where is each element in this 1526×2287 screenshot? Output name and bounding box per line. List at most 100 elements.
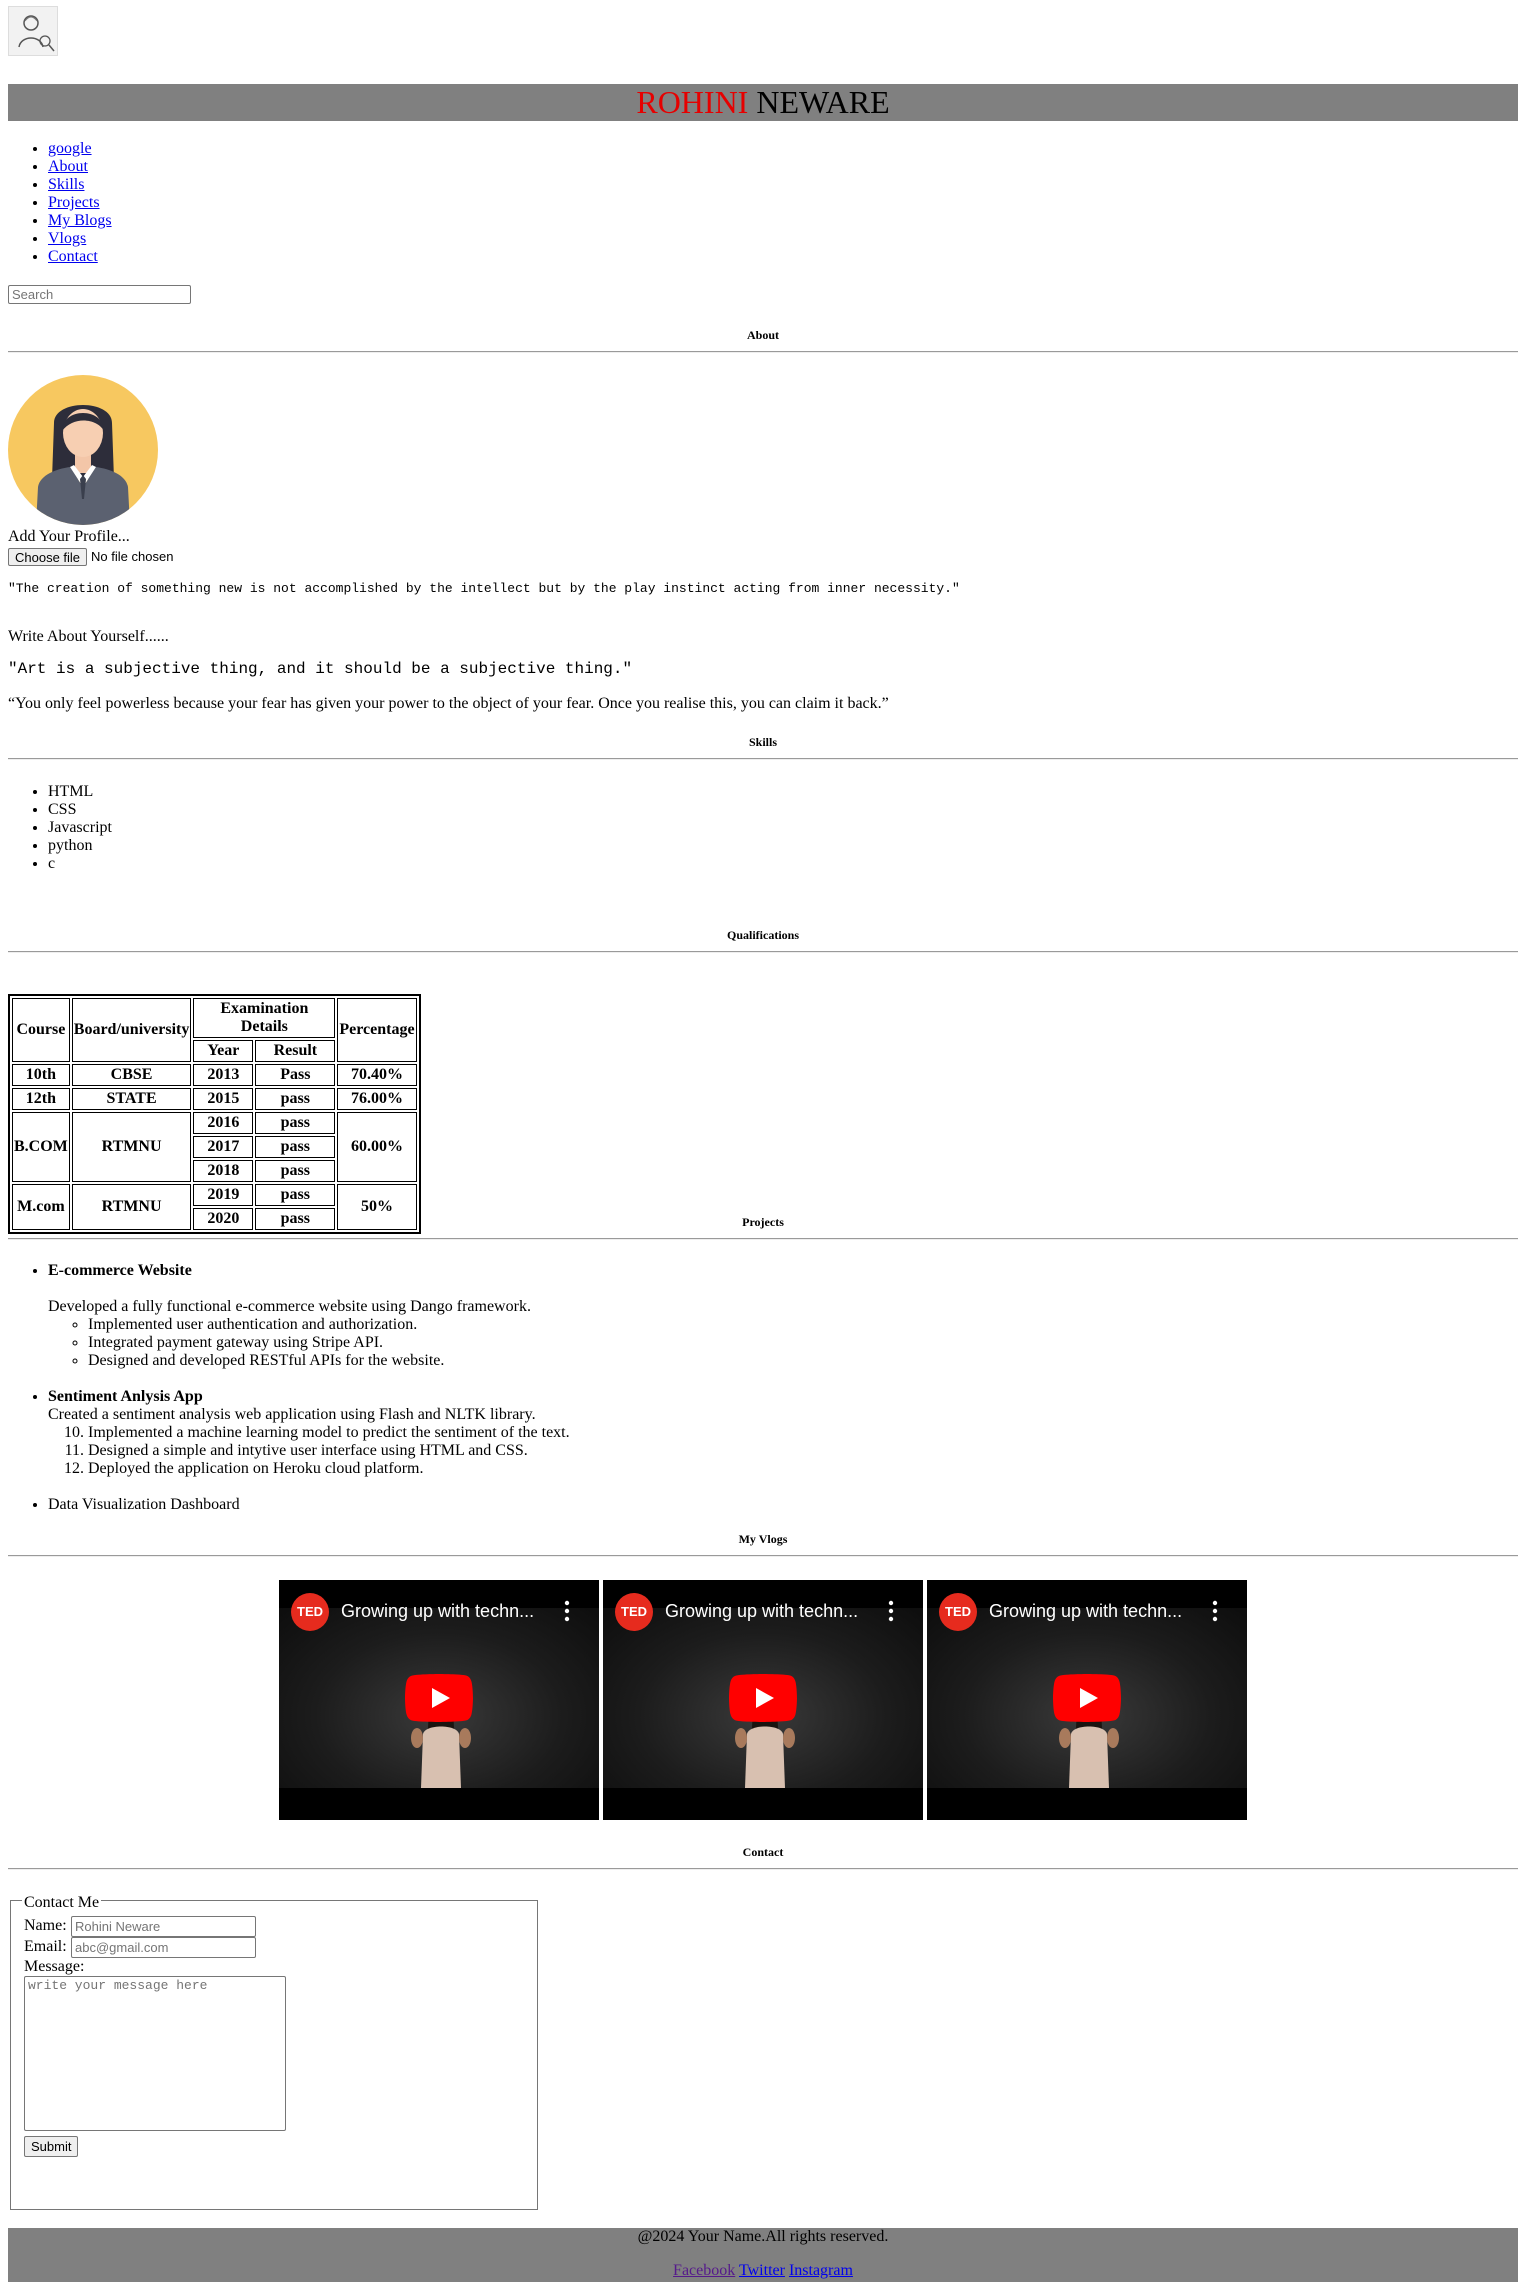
table-row: 12th STATE 2015 pass 76.00% xyxy=(12,1088,417,1110)
projects-divider xyxy=(8,1238,1518,1240)
email-input[interactable]: abc@gmail.com xyxy=(71,1937,256,1958)
cell-percentage: 70.40% xyxy=(337,1064,417,1086)
nav-link-skills[interactable]: Skills xyxy=(48,176,84,193)
project-description: Developed a fully functional e-commerce … xyxy=(48,1298,531,1315)
th-board: Board/university xyxy=(71,998,192,1062)
message-textarea[interactable]: write your message here xyxy=(24,1976,286,2131)
skill-item: CSS xyxy=(48,801,112,819)
footer: @2024 Your Name.All rights reserved. Fac… xyxy=(8,2228,1518,2282)
cell-percentage: 76.00% xyxy=(337,1088,417,1110)
choose-file-button[interactable]: Choose file xyxy=(8,548,88,566)
nav-link-projects[interactable]: Projects xyxy=(48,194,100,211)
video-title[interactable]: Growing up with techn... xyxy=(665,1601,865,1622)
name-label: Name: xyxy=(24,1917,67,1934)
skill-item: c xyxy=(48,855,112,873)
more-options-icon[interactable] xyxy=(881,1598,901,1624)
about-heading: About xyxy=(746,328,779,342)
skill-item: python xyxy=(48,837,112,855)
cell-result: pass xyxy=(255,1184,336,1206)
contact-legend: Contact Me xyxy=(22,1894,102,1913)
title-last-name: NEWARE xyxy=(756,84,890,120)
nav-link-google[interactable]: google xyxy=(48,140,92,157)
cell-result: pass xyxy=(255,1136,336,1158)
video-embed-3[interactable]: TED Growing up with techn... xyxy=(927,1580,1247,1820)
skill-item: Javascript xyxy=(48,819,112,837)
nav-link-vlogs[interactable]: Vlogs xyxy=(48,230,86,247)
twitter-link[interactable]: Twitter xyxy=(739,2262,785,2279)
social-links: Facebook Twitter Instagram xyxy=(8,2262,1518,2280)
nav-link-contact[interactable]: Contact xyxy=(48,248,98,265)
nav-item-blogs: My Blogs xyxy=(48,212,112,230)
th-exam-details: Examination Details xyxy=(193,998,336,1038)
more-options-icon[interactable] xyxy=(1205,1598,1225,1624)
table-row: 10th CBSE 2013 Pass 70.40% xyxy=(12,1064,417,1086)
project-points: Implemented user authentication and auth… xyxy=(48,1316,570,1370)
th-percentage: Percentage xyxy=(337,998,417,1062)
th-course: Course xyxy=(12,998,70,1062)
video-title[interactable]: Growing up with techn... xyxy=(989,1601,1189,1622)
qualifications-divider xyxy=(8,951,1518,953)
table-header-row: Course Board/university Examination Deta… xyxy=(12,998,417,1062)
ted-channel-icon[interactable]: TED xyxy=(615,1593,653,1631)
quote-creation: "The creation of something new is not ac… xyxy=(8,581,960,596)
nav-item-skills: Skills xyxy=(48,176,112,194)
facebook-link[interactable]: Facebook xyxy=(673,2262,735,2279)
search-input[interactable]: Search xyxy=(8,285,191,304)
play-button-icon[interactable] xyxy=(729,1674,797,1722)
project-item: E-commerce Website Developed a fully fun… xyxy=(48,1262,570,1370)
cell-board: STATE xyxy=(71,1088,192,1110)
page: ROHINI NEWARE google About Skills Projec… xyxy=(0,0,1526,2287)
list-item: Designed a simple and intytive user inte… xyxy=(88,1442,570,1460)
about-divider xyxy=(8,351,1518,353)
more-options-icon[interactable] xyxy=(557,1598,577,1624)
project-points: Implemented a machine learning model to … xyxy=(48,1424,570,1478)
play-button-icon[interactable] xyxy=(405,1674,473,1722)
email-label: Email: xyxy=(24,1938,67,1955)
message-label: Message: xyxy=(24,1958,85,1975)
cell-result: Pass xyxy=(255,1064,336,1086)
cell-board: CBSE xyxy=(71,1064,192,1086)
project-title: Sentiment Anlysis App xyxy=(48,1388,203,1405)
page-title: ROHINI NEWARE xyxy=(8,84,1518,121)
instagram-link[interactable]: Instagram xyxy=(789,2262,853,2279)
cell-year: 2018 xyxy=(193,1160,254,1182)
skills-heading: Skills xyxy=(748,735,778,749)
nav-link-blogs[interactable]: My Blogs xyxy=(48,212,112,229)
cell-result: pass xyxy=(255,1088,336,1110)
person-sketch-icon xyxy=(18,15,55,52)
list-item: Implemented user authentication and auth… xyxy=(88,1316,570,1334)
title-first-name: ROHINI xyxy=(636,84,749,120)
th-result: Result xyxy=(255,1040,336,1062)
name-input[interactable]: Rohini Neware xyxy=(71,1916,256,1937)
nav-link-about[interactable]: About xyxy=(48,158,88,175)
list-item: Integrated payment gateway using Stripe … xyxy=(88,1334,570,1352)
list-item: Designed and developed RESTful APIs for … xyxy=(88,1352,570,1370)
play-button-icon[interactable] xyxy=(1053,1674,1121,1722)
ted-channel-icon[interactable]: TED xyxy=(939,1593,977,1631)
cell-result: pass xyxy=(255,1160,336,1182)
add-profile-label: Add Your Profile... xyxy=(8,528,130,545)
video-embed-1[interactable]: TED Growing up with techn... xyxy=(279,1580,599,1820)
ted-channel-icon[interactable]: TED xyxy=(291,1593,329,1631)
skills-divider xyxy=(8,758,1518,760)
qualifications-table: Course Board/university Examination Deta… xyxy=(8,994,421,1234)
skills-list: HTML CSS Javascript python c xyxy=(8,783,112,873)
submit-button[interactable]: Submit xyxy=(24,2136,79,2157)
projects-list: E-commerce Website Developed a fully fun… xyxy=(8,1262,570,1532)
cell-percentage: 60.00% xyxy=(337,1112,417,1182)
list-item: Deployed the application on Heroku cloud… xyxy=(88,1460,570,1478)
cell-board: RTMNU xyxy=(71,1112,192,1182)
list-item: Implemented a machine learning model to … xyxy=(88,1424,570,1442)
cell-year: 2016 xyxy=(193,1112,254,1134)
video-title[interactable]: Growing up with techn... xyxy=(341,1601,541,1622)
skill-item: HTML xyxy=(48,783,112,801)
cell-year: 2015 xyxy=(193,1088,254,1110)
contact-divider xyxy=(8,1868,1518,1870)
project-description: Created a sentiment analysis web applica… xyxy=(48,1406,536,1423)
woman-avatar-icon xyxy=(8,375,158,525)
write-about-label: Write About Yourself...... xyxy=(8,628,169,645)
video-embed-2[interactable]: TED Growing up with techn... xyxy=(603,1580,923,1820)
vlogs-heading: My Vlogs xyxy=(738,1532,788,1546)
project-item: Data Visualization Dashboard xyxy=(48,1496,570,1514)
cell-course: 12th xyxy=(12,1088,70,1110)
